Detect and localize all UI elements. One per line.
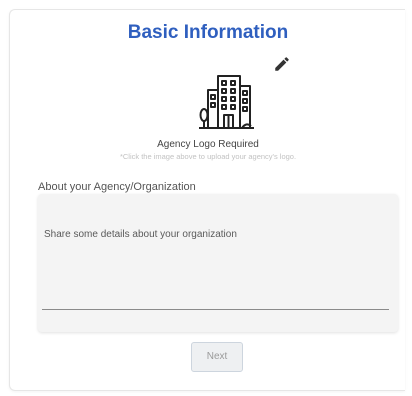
about-organization-placeholder: Share some details about your organizati… bbox=[44, 229, 237, 240]
pencil-icon bbox=[275, 57, 289, 71]
logo-required-label: Agency Logo Required bbox=[157, 139, 259, 150]
logo-upload-hint: *Click the image above to upload your ag… bbox=[119, 152, 297, 161]
about-organization-textarea[interactable]: Share some details about your organizati… bbox=[38, 194, 398, 332]
agency-logo-upload[interactable] bbox=[196, 72, 258, 134]
page-title: Basic Information bbox=[127, 22, 289, 43]
building-icon bbox=[199, 75, 254, 129]
about-section-label: About your Agency/Organization bbox=[38, 181, 196, 193]
edit-logo-button[interactable] bbox=[273, 55, 291, 73]
textarea-underline bbox=[42, 309, 389, 310]
next-button[interactable]: Next bbox=[191, 342, 243, 372]
basic-information-card: Basic Information Agency Logo Required *… bbox=[9, 9, 405, 391]
